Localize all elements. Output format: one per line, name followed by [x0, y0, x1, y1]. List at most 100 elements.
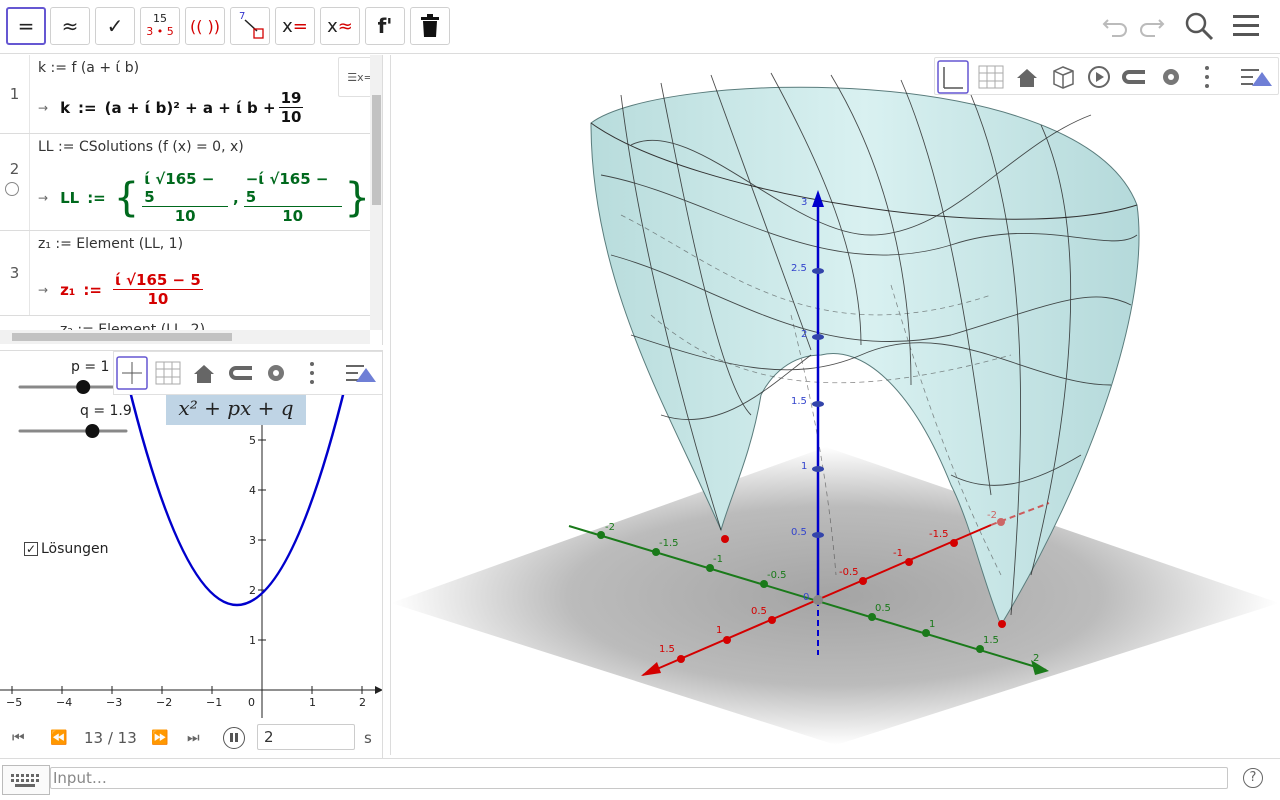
rotate-view-icon — [1088, 66, 1110, 88]
factor-icon-bottom: 3 • 5 — [146, 25, 174, 38]
y-tick-label: 1.5 — [983, 635, 999, 646]
more-icon — [310, 362, 314, 384]
output-fraction: ί √165 − 5 10 — [112, 271, 203, 308]
close-brace: } — [344, 174, 370, 221]
algebra-row[interactable]: 1 k := f (a + ί b) → k := (a + ί b)² + a… — [0, 55, 370, 134]
solve-numeric-icon: x≈ — [327, 16, 353, 37]
help-icon[interactable]: ? — [1243, 768, 1263, 788]
visibility-toggle[interactable] — [5, 182, 19, 196]
fraction-numerator: ί √165 − 5 — [112, 271, 203, 290]
solve-button[interactable]: x= — [275, 7, 315, 45]
z-tick-label: 1.5 — [791, 396, 807, 407]
fraction-denominator: 10 — [282, 207, 304, 225]
animation-speed-input[interactable]: 2 — [257, 724, 355, 750]
y-tick-label: 0.5 — [875, 603, 891, 614]
delete-icon — [421, 14, 439, 37]
grid-toggle-icon — [155, 361, 181, 385]
graphics-view-2d[interactable]: −5 −4 −3 −2 −1 0 1 2 1 2 3 4 5 p = 1 q =… — [0, 350, 383, 718]
next-frame-icon[interactable]: ⏩ — [151, 730, 168, 746]
y-tick-label: -0.5 — [767, 570, 787, 581]
toolbar: = ≈ ✓ 15 3 • 5 (( )) 7 x= x≈ f' — [0, 0, 1280, 54]
algebra-row[interactable]: 3 z₁ := Element (LL, 1) → z₁ := ί √165 −… — [0, 231, 370, 316]
output-fraction: 19 10 — [278, 89, 304, 126]
fraction-denominator: 10 — [174, 207, 196, 225]
assign-symbol: := — [78, 98, 97, 117]
graphics-3d-style-bar — [934, 57, 1279, 95]
keyboard-icon[interactable] — [2, 765, 50, 795]
algebra-row[interactable]: 2 LL := CSolutions (f (x) = 0, x) → LL :… — [0, 134, 370, 231]
algebra-input-field[interactable]: Input… — [50, 767, 1228, 789]
magnet-icon — [229, 366, 252, 380]
algebra-view: 1 k := f (a + ί b) → k := (a + ί b)² + a… — [0, 55, 383, 345]
expand-button[interactable]: (( )) — [185, 7, 225, 45]
slider-q-label: q = 1.9 — [80, 403, 132, 419]
solution-point[interactable] — [721, 535, 729, 543]
x-tick-label: 1 — [309, 696, 316, 709]
first-frame-icon[interactable]: ⏮ — [12, 730, 25, 746]
graphics-view-3d[interactable]: 3 2.5 2 1.5 1 0.5 0 -2 -1.5 -1 -0.5 0.5 … — [390, 55, 1280, 755]
y-tick-label: 3 — [249, 534, 256, 547]
input-bar: Input… ? — [0, 758, 1280, 800]
solution-point[interactable] — [998, 620, 1006, 628]
x-tick-label: -0.5 — [839, 567, 859, 578]
algebra-horizontal-scrollbar[interactable] — [0, 330, 370, 344]
substitute-button[interactable]: 7 — [230, 7, 270, 45]
y-tick-label: 5 — [249, 434, 256, 447]
x-tick-label: −4 — [56, 696, 73, 709]
output-arrow-icon: → — [38, 100, 49, 115]
evaluate-numeric-icon: ≈ — [61, 14, 79, 38]
previous-frame-icon[interactable]: ⏪ — [50, 730, 67, 746]
keep-input-button[interactable]: ✓ — [95, 7, 135, 45]
solve-numeric-icon-approx: ≈ — [337, 15, 353, 37]
solutions-checkbox[interactable]: ✓ Lösungen — [24, 541, 109, 557]
last-frame-icon[interactable]: ⏭ — [187, 730, 200, 746]
x-tick-label: −3 — [106, 696, 123, 709]
y-tick-label: 1 — [249, 634, 256, 647]
delete-button[interactable] — [410, 7, 450, 45]
solve-numeric-button[interactable]: x≈ — [320, 7, 360, 45]
redo-icon[interactable] — [1137, 10, 1167, 40]
undo-icon[interactable] — [1100, 10, 1130, 40]
evaluate-numeric-button[interactable]: ≈ — [50, 7, 90, 45]
frame-counter: 13 / 13 — [84, 729, 137, 747]
x-tick-label: 2 — [359, 696, 366, 709]
formula-text[interactable]: x² + px + q — [166, 391, 306, 425]
x-tick-label: −5 — [6, 696, 23, 709]
main-menu-icon[interactable] — [1231, 10, 1261, 40]
row-output: → LL := { ί √165 − 5 10 , −ί √165 − 5 10… — [38, 170, 370, 225]
solve-numeric-icon-x: x — [327, 15, 338, 37]
evaluate-exact-button[interactable]: = — [6, 7, 46, 45]
slider-q[interactable] — [18, 423, 130, 439]
x-tick-label: -1 — [893, 548, 903, 559]
xy-plane — [391, 447, 1279, 745]
speed-unit: s — [364, 729, 372, 747]
solution-fraction-1: ί √165 − 5 10 — [142, 170, 229, 225]
factor-button[interactable]: 15 3 • 5 — [140, 7, 180, 45]
row-input[interactable]: LL := CSolutions (f (x) = 0, x) — [38, 139, 244, 155]
keep-input-icon: ✓ — [106, 14, 124, 38]
x-tick-label: −1 — [206, 696, 223, 709]
grid-3d-toggle-icon — [978, 65, 1004, 89]
output-name: LL — [60, 188, 80, 207]
search-icon[interactable] — [1183, 10, 1215, 42]
row-input[interactable]: z₁ := Element (LL, 1) — [38, 236, 183, 252]
pause-icon[interactable] — [223, 727, 245, 749]
row-input[interactable]: k := f (a + ί b) — [38, 60, 139, 76]
expand-icon: (( )) — [189, 16, 221, 36]
assign-symbol: := — [83, 280, 102, 299]
style-bar-icons — [116, 356, 376, 390]
fraction-numerator: ί √165 − 5 — [142, 170, 229, 207]
algebra-vertical-scrollbar[interactable] — [370, 55, 382, 330]
x-tick-label: 1.5 — [659, 644, 675, 655]
scrollbar-thumb[interactable] — [372, 95, 381, 205]
assign-symbol: := — [87, 188, 106, 207]
origin-label: 0 — [248, 696, 255, 709]
style-bar-toggle-icon — [346, 365, 376, 382]
style-bar-3d-toggle-icon — [1241, 69, 1272, 86]
derivative-button[interactable]: f' — [365, 7, 405, 45]
fraction-denominator: 10 — [147, 290, 169, 308]
algebra-description-icon: ☰x= — [347, 70, 373, 84]
checkbox-check-icon[interactable]: ✓ — [24, 542, 38, 556]
scrollbar-thumb[interactable] — [12, 333, 232, 341]
derivative-icon: f' — [377, 14, 393, 38]
